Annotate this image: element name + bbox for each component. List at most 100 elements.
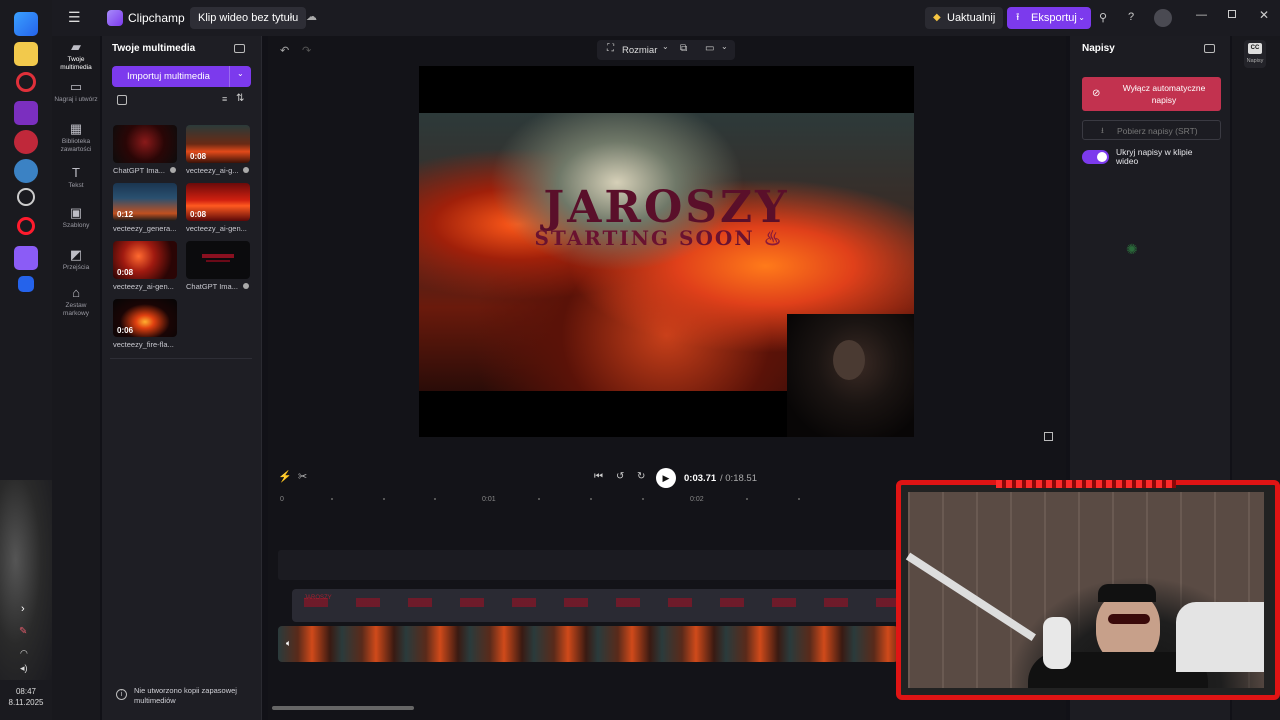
logo-subtext-graphic bbox=[206, 260, 230, 262]
ruler-dot bbox=[642, 498, 644, 500]
magic-wand-icon[interactable]: ⚡ bbox=[278, 470, 292, 483]
settings-icon[interactable] bbox=[14, 159, 38, 183]
project-title-field[interactable]: Klip wideo bez tytułu bbox=[190, 7, 307, 29]
disable-auto-captions-button[interactable]: ⊘ Wyłącz automatyczne napisy bbox=[1082, 77, 1221, 111]
rewind-5-icon[interactable]: ↺ bbox=[616, 471, 624, 482]
text-clip-track[interactable]: JAROSZY bbox=[292, 589, 902, 622]
nav-label: Twoje multimedia bbox=[60, 56, 92, 71]
nav-item-transitions[interactable]: ◩ Przejścia bbox=[52, 248, 100, 272]
volume-icon[interactable]: ◂) bbox=[20, 663, 28, 674]
wifi-icon[interactable]: ◠ bbox=[20, 648, 28, 659]
app-icon[interactable] bbox=[14, 130, 38, 154]
media-thumb-1[interactable] bbox=[113, 125, 177, 163]
clock-time[interactable]: 08:47 bbox=[0, 687, 52, 696]
maximize-icon[interactable] bbox=[1228, 10, 1236, 18]
share-icon[interactable]: ⚲ bbox=[1099, 11, 1107, 24]
ruler-dot bbox=[746, 498, 748, 500]
library-icon: ▦ bbox=[69, 121, 83, 136]
filter-icon[interactable]: ≡ bbox=[222, 94, 227, 104]
cc-icon: CC bbox=[1248, 43, 1262, 54]
media-thumb-5[interactable]: 0:08 bbox=[113, 241, 177, 279]
export-button[interactable]: ⭱ Eksportuj ⌄ bbox=[1007, 7, 1091, 29]
media-thumb-4[interactable]: 0:08 bbox=[186, 183, 250, 221]
skip-back-icon[interactable]: ⏮ bbox=[594, 471, 603, 482]
minimize-icon[interactable]: — bbox=[1196, 9, 1207, 21]
redo-icon[interactable]: ↷ bbox=[302, 44, 311, 57]
onenote-icon[interactable] bbox=[14, 101, 38, 125]
loading-spinner-icon: ✺ bbox=[1126, 241, 1138, 257]
media-thumb-3[interactable]: 0:12 bbox=[113, 183, 177, 221]
fullscreen-icon[interactable] bbox=[1044, 432, 1053, 441]
opera-icon[interactable] bbox=[17, 217, 35, 235]
nav-item-your-media[interactable]: ▰ Twoje multimedia bbox=[52, 40, 100, 72]
upgrade-button[interactable]: ◆ Uaktualnij bbox=[925, 7, 1004, 29]
video-clip-track[interactable]: 🔈︎ bbox=[278, 626, 898, 662]
avatar[interactable] bbox=[1154, 9, 1172, 27]
chevron-down-icon[interactable]: ⌄ bbox=[721, 42, 728, 51]
empty-track[interactable] bbox=[278, 550, 898, 580]
volume-icon[interactable]: 🔈︎ bbox=[286, 638, 291, 649]
clock-date[interactable]: 8.11.2025 bbox=[0, 698, 52, 707]
file-explorer-icon[interactable] bbox=[14, 42, 38, 66]
undo-icon[interactable]: ↶ bbox=[280, 44, 289, 57]
hamburger-menu-icon[interactable]: ☰ bbox=[68, 10, 82, 24]
size-label[interactable]: Rozmiar bbox=[622, 45, 657, 56]
video-preview[interactable]: JAROSZY STARTING SOON ♨ bbox=[419, 66, 914, 437]
help-icon[interactable]: ? bbox=[1128, 11, 1134, 23]
templates-icon: ▣ bbox=[69, 205, 83, 220]
opera-gx-icon[interactable] bbox=[16, 72, 36, 92]
duration-badge: 0:08 bbox=[190, 210, 207, 219]
store-icon[interactable] bbox=[18, 276, 34, 292]
select-all-checkbox[interactable] bbox=[117, 95, 127, 105]
ruler-dot bbox=[590, 498, 592, 500]
download-srt-button[interactable]: ⭳ Pobierz napisy (SRT) bbox=[1082, 120, 1221, 140]
export-label: Eksportuj bbox=[1031, 12, 1077, 24]
check-circle-icon bbox=[170, 167, 176, 173]
backup-notice: Nie utworzono kopii zapasowej multimedió… bbox=[134, 686, 237, 705]
forward-5-icon[interactable]: ↻ bbox=[637, 471, 645, 482]
cloud-sync-off-icon[interactable]: ☁ bbox=[306, 10, 317, 23]
sort-icon[interactable]: ⇅ bbox=[236, 93, 244, 104]
media-thumb-6[interactable] bbox=[186, 241, 250, 279]
current-time: 0:03.71 bbox=[684, 473, 717, 484]
captions-tool-button[interactable]: CC Napisy bbox=[1244, 40, 1266, 68]
text-clip-frames bbox=[304, 598, 902, 607]
media-thumb-2[interactable]: 0:08 bbox=[186, 125, 250, 163]
app-name: Clipchamp bbox=[128, 11, 185, 25]
ruler-tick: 0 bbox=[280, 496, 284, 503]
nav-label: Zestaw markowy bbox=[62, 302, 89, 317]
close-icon[interactable]: ✕ bbox=[1259, 8, 1269, 22]
collapse-panel-icon[interactable] bbox=[1204, 44, 1215, 53]
nav-label: Tekst bbox=[68, 182, 84, 189]
collapse-panel-icon[interactable] bbox=[234, 44, 245, 53]
nav-item-text[interactable]: T Tekst bbox=[52, 166, 100, 190]
overlay-subtitle[interactable]: STARTING SOON ♨ bbox=[419, 226, 899, 250]
play-button[interactable]: ▶ bbox=[656, 468, 676, 488]
nav-label: Szablony bbox=[62, 222, 90, 229]
chevron-right-icon[interactable]: › bbox=[21, 603, 25, 615]
crop-icon[interactable]: ⧉ bbox=[680, 43, 687, 54]
media-label: vecteezy_ai-g... bbox=[186, 166, 239, 175]
webcam-inset[interactable] bbox=[787, 314, 914, 437]
chrome-icon[interactable] bbox=[17, 188, 35, 206]
text-icon: T bbox=[72, 165, 80, 180]
aspect-ratio-icon[interactable]: ▭ bbox=[705, 43, 714, 54]
pen-icon[interactable]: ✎ bbox=[19, 626, 27, 637]
windows-start-icon[interactable] bbox=[14, 12, 38, 36]
import-media-button[interactable]: Importuj multimedia ⌄ bbox=[112, 66, 251, 87]
horizontal-scrollbar[interactable] bbox=[272, 706, 414, 710]
chevron-down-icon[interactable]: ⌄ bbox=[662, 42, 669, 51]
transitions-icon: ◩ bbox=[69, 247, 83, 262]
nav-item-record[interactable]: ▭ Nagraj i utwórz bbox=[52, 80, 100, 104]
ruler-dot bbox=[434, 498, 436, 500]
split-scissors-icon[interactable]: ✂ bbox=[298, 470, 307, 483]
nav-item-library[interactable]: ▦ Biblioteka zawartości bbox=[52, 122, 100, 154]
resize-icon[interactable]: ⛶ bbox=[607, 43, 614, 54]
nav-item-brand-kit[interactable]: ⌂ Zestaw markowy bbox=[52, 286, 100, 318]
media-thumb-7[interactable]: 0:06 bbox=[113, 299, 177, 337]
clipchamp-taskbar-icon[interactable] bbox=[14, 246, 38, 270]
app-topbar: ☰ Clipchamp Klip wideo bez tytułu ☁ ◆ Ua… bbox=[52, 0, 1280, 36]
hide-captions-toggle[interactable] bbox=[1082, 150, 1109, 164]
nav-item-templates[interactable]: ▣ Szablony bbox=[52, 206, 100, 230]
chevron-down-icon[interactable]: ⌄ bbox=[237, 69, 244, 78]
